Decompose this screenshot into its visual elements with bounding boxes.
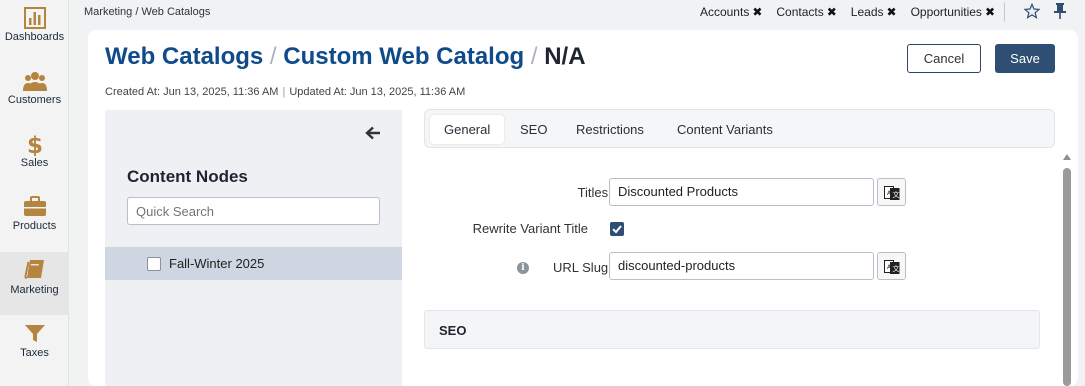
rewrite-variant-title-label: Rewrite Variant Title (472, 221, 588, 236)
scrollbar[interactable] (1062, 154, 1072, 386)
tab-general[interactable]: General (430, 115, 505, 144)
nav-label: Marketing (10, 284, 59, 296)
url-slug-label: URL Slug* (533, 259, 618, 276)
nav-item-marketing[interactable]: Marketing (0, 252, 69, 315)
breadcrumb[interactable]: Marketing / Web Catalogs (84, 6, 210, 18)
label-text: Titles (577, 185, 609, 200)
content-nodes-panel: Content Nodes Fall-Winter 2025 (105, 110, 402, 386)
nav-label: Customers (7, 94, 62, 106)
quick-search-input[interactable] (127, 197, 380, 225)
scroll-up-arrow[interactable] (1063, 154, 1071, 160)
briefcase-icon (23, 196, 46, 216)
node-checkbox[interactable] (147, 257, 161, 271)
pinned-tab-label: Contacts (776, 5, 824, 19)
translate-button[interactable]: A 文 (877, 178, 906, 206)
bar-chart-icon (23, 7, 46, 29)
created-at: Created At: Jun 13, 2025, 11:36 AM (105, 86, 279, 98)
titles-label: Titles* (528, 184, 618, 201)
section-title: SEO (439, 323, 467, 338)
nav-item-products[interactable]: Products (0, 189, 69, 252)
close-icon[interactable]: ✖ (985, 5, 995, 19)
meta-divider: | (282, 86, 286, 98)
dollar-icon: $ (26, 133, 42, 156)
close-icon[interactable]: ✖ (827, 5, 837, 19)
cancel-button[interactable]: Cancel (907, 44, 981, 73)
tab-seo[interactable]: SEO (506, 115, 561, 144)
book-icon (23, 260, 44, 279)
pinned-tabs: Accounts ✖ Contacts ✖ Leads ✖ Opportunities… (700, 5, 995, 19)
left-nav: Dashboards Customers $ Sales Products Ma… (0, 0, 69, 386)
updated-at: Updated At: Jun 13, 2025, 11:36 AM (289, 86, 466, 98)
scroll-thumb[interactable] (1063, 168, 1071, 386)
pinned-tab-accounts[interactable]: Accounts ✖ (700, 5, 762, 19)
tab-content-variants[interactable]: Content Variants (663, 115, 787, 144)
translate-button[interactable]: A 文 (877, 252, 906, 280)
pinned-tab-label: Opportunities (910, 5, 982, 19)
check-icon (612, 225, 622, 234)
nav-label: Taxes (20, 347, 49, 359)
users-icon (22, 72, 47, 91)
divider (1004, 2, 1005, 22)
nav-label: Sales (20, 157, 49, 169)
svg-text:$: $ (26, 133, 42, 156)
page-title: Web Catalogs / Custom Web Catalog / N/A (105, 43, 586, 71)
title-separator: / (530, 43, 538, 70)
close-icon[interactable]: ✖ (887, 5, 897, 19)
content-nodes-title: Content Nodes (127, 167, 248, 186)
title-separator: / (269, 43, 277, 70)
label-text: URL Slug (553, 260, 609, 275)
funnel-icon (24, 325, 45, 342)
page-card: Web Catalogs / Custom Web Catalog / N/A … (88, 30, 1078, 386)
tabs-bar: General SEO Restrictions Content Variant… (424, 109, 1055, 148)
info-icon[interactable]: i (517, 262, 529, 274)
save-button[interactable]: Save (995, 44, 1055, 73)
star-icon[interactable] (1024, 3, 1040, 19)
pinned-tab-leads[interactable]: Leads ✖ (851, 5, 897, 19)
title-current: N/A (544, 43, 586, 70)
nav-item-customers[interactable]: Customers (0, 63, 69, 126)
tab-restrictions[interactable]: Restrictions (562, 115, 658, 144)
pinned-tab-label: Leads (850, 5, 884, 19)
nav-item-dashboards[interactable]: Dashboards (0, 0, 69, 63)
title-link-web-catalogs[interactable]: Web Catalogs (105, 43, 263, 70)
timestamps: Created At: Jun 13, 2025, 11:36 AM | Updat… (105, 86, 465, 98)
pinned-tab-opportunities[interactable]: Opportunities ✖ (911, 5, 995, 19)
url-slug-input[interactable]: discounted-products (609, 252, 874, 280)
svg-text:文: 文 (893, 264, 900, 273)
close-icon[interactable]: ✖ (752, 5, 762, 19)
pin-icon[interactable] (1053, 3, 1067, 19)
node-label: Fall-Winter 2025 (169, 256, 265, 271)
translate-icon: A 文 (884, 260, 900, 274)
nav-item-taxes[interactable]: Taxes (0, 315, 69, 378)
rewrite-variant-title-checkbox[interactable] (610, 222, 624, 236)
tree-node[interactable]: Fall-Winter 2025 (105, 247, 402, 280)
nav-label: Dashboards (4, 31, 65, 43)
pinned-tab-contacts[interactable]: Contacts ✖ (776, 5, 836, 19)
seo-section-header[interactable]: SEO (424, 310, 1040, 349)
titles-input[interactable]: Discounted Products (609, 178, 874, 206)
svg-text:文: 文 (893, 190, 900, 199)
nav-label: Products (12, 220, 57, 232)
collapse-arrow-icon[interactable] (365, 126, 381, 140)
pinned-tab-label: Accounts (699, 5, 750, 19)
nav-item-sales[interactable]: $ Sales (0, 126, 69, 189)
title-link-custom-web-catalog[interactable]: Custom Web Catalog (283, 43, 524, 70)
top-bar: Marketing / Web Catalogs Accounts ✖ Conta… (69, 0, 1085, 26)
translate-icon: A 文 (884, 186, 900, 200)
